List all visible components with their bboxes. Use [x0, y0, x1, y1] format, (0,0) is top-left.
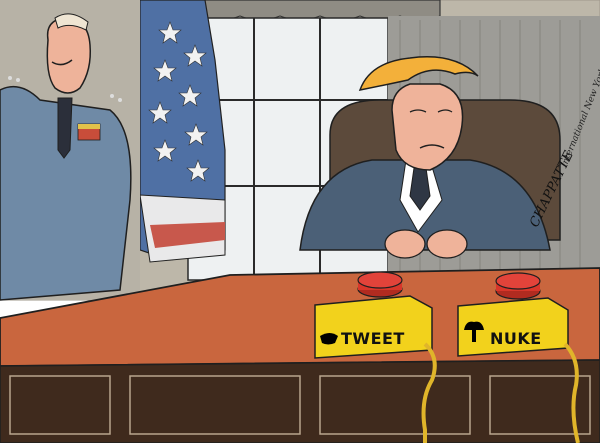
tweet-button-box [314, 295, 433, 359]
editorial-cartoon: International New York Times CHAPPATTE T… [0, 0, 600, 443]
tweet-button-label: TWEET [341, 329, 405, 348]
military-general [0, 0, 140, 301]
nuke-button-label: NUKE [490, 329, 542, 348]
cartoon-canvas: International New York Times CHAPPATTE T… [0, 0, 600, 443]
general-tie [57, 97, 73, 159]
